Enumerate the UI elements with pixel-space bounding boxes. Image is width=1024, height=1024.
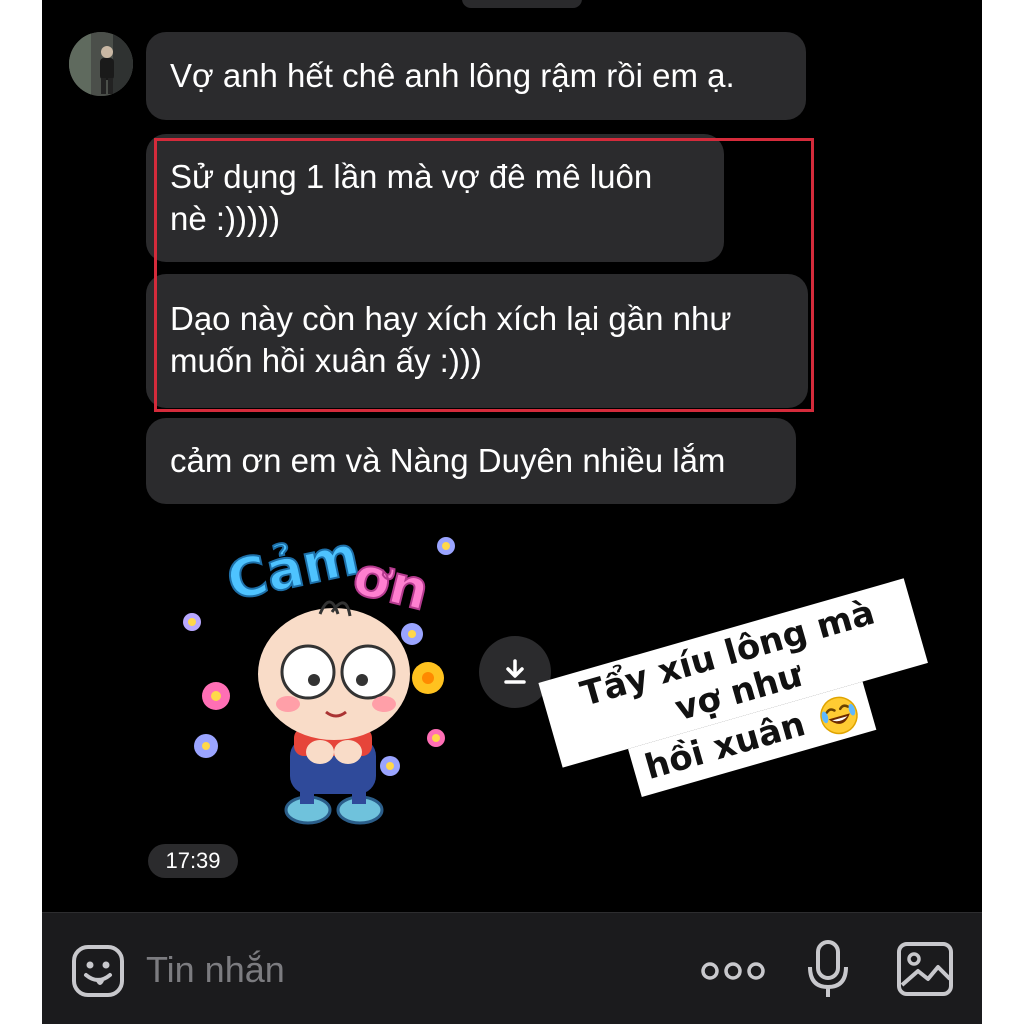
message-text: cảm ơn em và Nàng Duyên nhiều lắm (170, 442, 726, 479)
chat-screen: Vợ anh hết chê anh lông rậm rồi em ạ. Sử… (42, 0, 982, 1024)
avatar-image (69, 32, 133, 96)
emoji-icon (72, 945, 124, 997)
laughing-emoji-icon (820, 696, 858, 734)
message-timestamp: 17:39 (148, 844, 238, 878)
timestamp-text: 17:39 (165, 848, 221, 873)
sticker-lettering: Cảm (222, 524, 365, 613)
message-text: Vợ anh hết chê anh lông rậm rồi em ạ. (170, 57, 735, 94)
previous-bubble-edge (462, 0, 582, 8)
image-icon (897, 942, 953, 996)
microphone-button[interactable] (806, 939, 850, 1006)
message-bubble[interactable]: Vợ anh hết chê anh lông rậm rồi em ạ. (146, 32, 806, 120)
more-icon (701, 962, 765, 980)
sticker-image: Cảm ơn (183, 523, 455, 825)
image-button[interactable] (896, 941, 954, 1002)
message-input[interactable] (146, 945, 566, 995)
sticker-lettering: ơn (347, 543, 436, 622)
emoji-button[interactable] (70, 943, 126, 1004)
download-button[interactable] (479, 636, 551, 708)
download-icon (504, 659, 526, 684)
avatar[interactable] (69, 32, 133, 96)
more-button[interactable] (700, 951, 766, 996)
highlight-box (154, 138, 814, 412)
sticker[interactable]: Cảm ơn (170, 520, 470, 840)
message-bubble[interactable]: cảm ơn em và Nàng Duyên nhiều lắm (146, 418, 796, 504)
caption-overlay: Tẩy xíu lông mà vợ như hồi xuân (538, 578, 941, 815)
message-composer (42, 912, 982, 1024)
microphone-icon (808, 940, 848, 997)
